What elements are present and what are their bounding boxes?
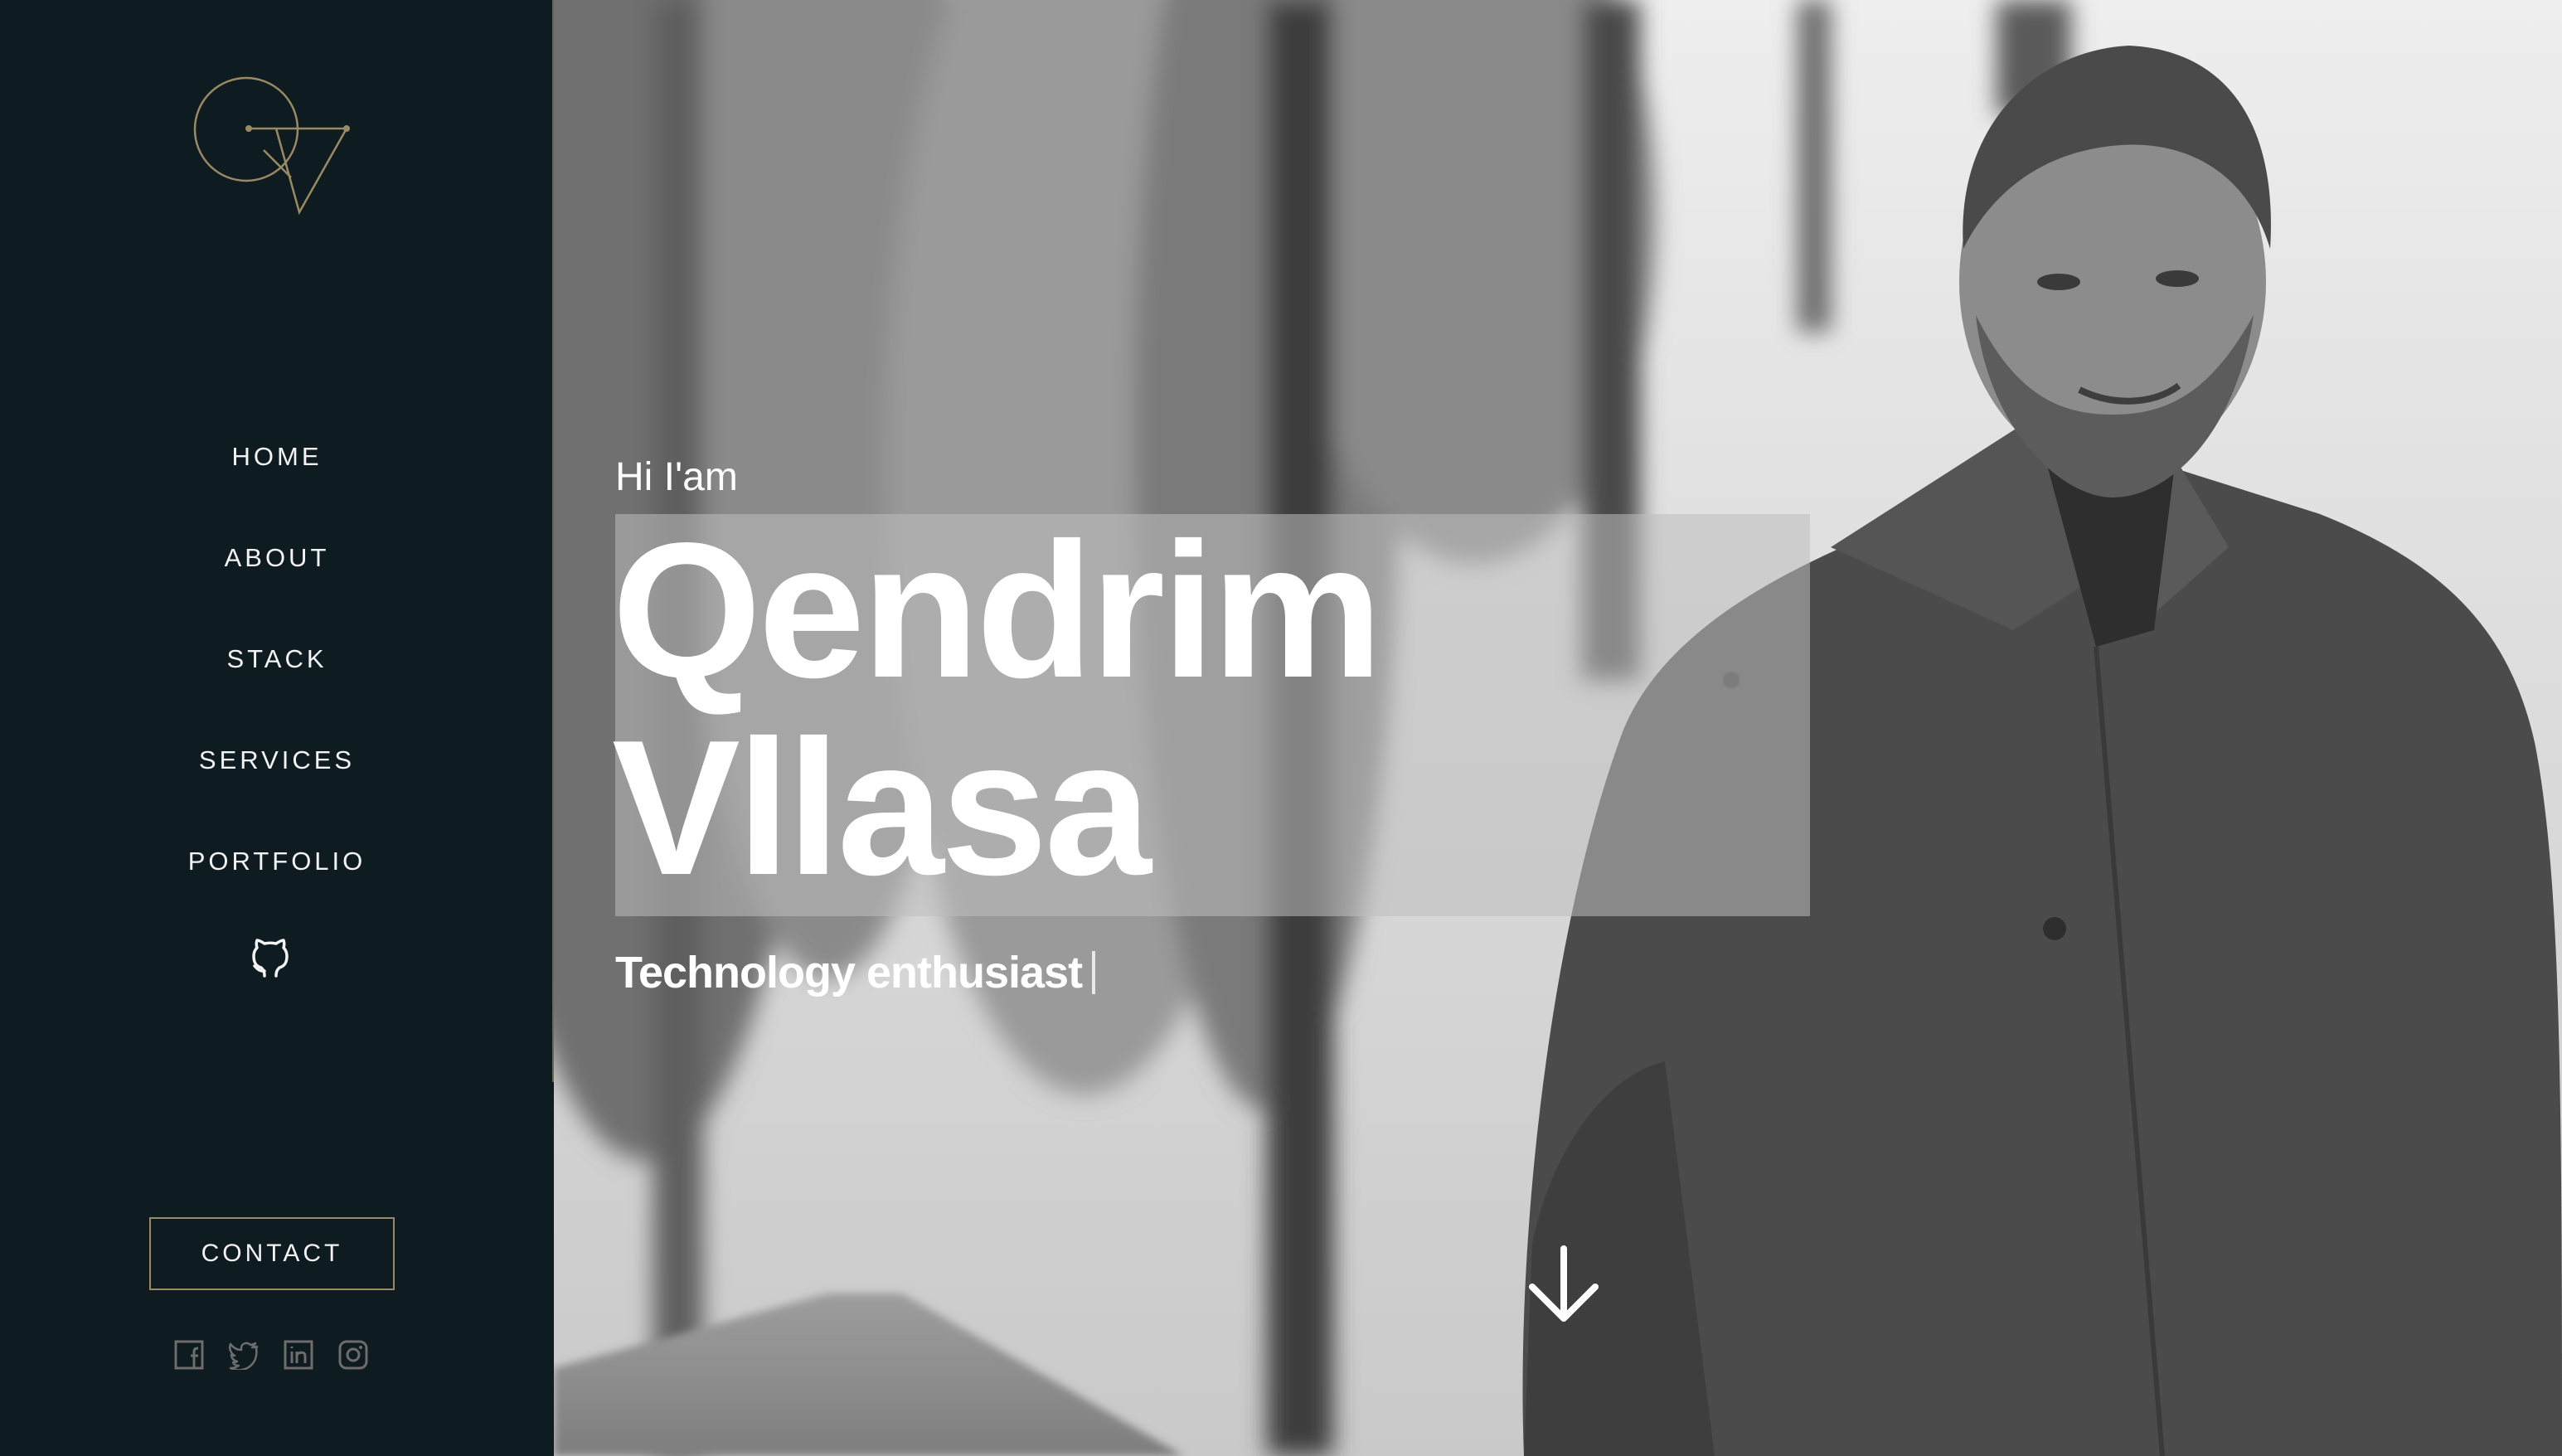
nav-item-portfolio: PORTFOLIO xyxy=(0,811,554,912)
hero-greeting: Hi I'am xyxy=(615,455,738,499)
arrow-down-icon[interactable] xyxy=(1526,1245,1602,1323)
main-nav: HOME ABOUT STACK SERVICES PORTFOLIO xyxy=(0,406,554,912)
linkedin-icon[interactable] xyxy=(284,1340,313,1370)
sidebar: HOME ABOUT STACK SERVICES PORTFOLIO CONT… xyxy=(0,0,554,1456)
nav-link-home[interactable]: HOME xyxy=(232,442,323,472)
nav-link-services[interactable]: SERVICES xyxy=(199,745,355,775)
hero-name-line2: Vllasa xyxy=(612,701,1152,915)
nav-item-about: ABOUT xyxy=(0,507,554,609)
nav-item-stack: STACK xyxy=(0,609,554,710)
hero-tagline-text: Technology enthusiast xyxy=(615,948,1083,997)
github-icon[interactable] xyxy=(250,934,290,981)
instagram-icon[interactable] xyxy=(338,1340,368,1370)
qv-monogram-logo[interactable] xyxy=(193,76,356,219)
hero-section: Hi I'am Qendrim Vllasa Technology enthus… xyxy=(554,0,2562,1456)
social-links xyxy=(174,1340,373,1373)
hero-name: Qendrim Vllasa xyxy=(612,512,1383,907)
nav-link-stack[interactable]: STACK xyxy=(226,644,327,674)
twitter-icon[interactable] xyxy=(228,1340,259,1371)
nav-link-portfolio[interactable]: PORTFOLIO xyxy=(188,847,366,876)
typing-cursor xyxy=(1092,951,1096,994)
facebook-icon[interactable] xyxy=(174,1340,204,1370)
hero-tagline: Technology enthusiast xyxy=(615,947,1096,998)
nav-link-about[interactable]: ABOUT xyxy=(225,543,330,573)
contact-button[interactable]: CONTACT xyxy=(149,1217,395,1290)
nav-item-services: SERVICES xyxy=(0,710,554,811)
hero-name-line1: Qendrim xyxy=(612,503,1383,718)
nav-item-home: HOME xyxy=(0,406,554,507)
